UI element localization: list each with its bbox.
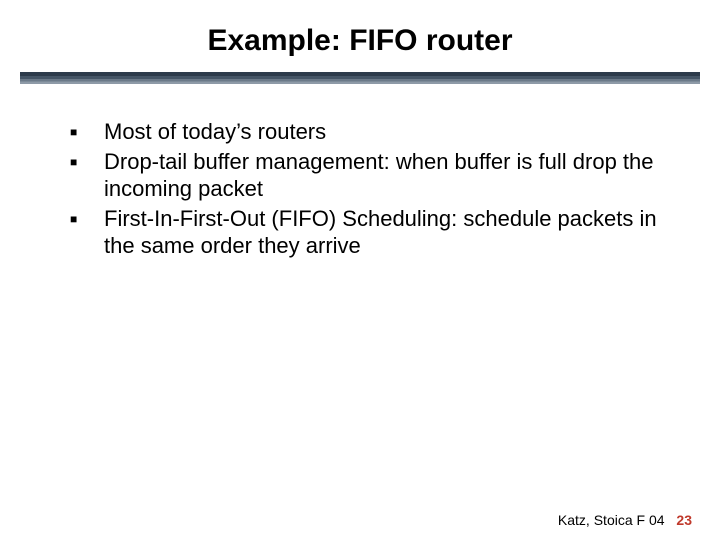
bullet-text: Drop-tail buffer management: when buffer… [104, 148, 660, 203]
footer: Katz, Stoica F 04 23 [558, 512, 692, 528]
bullet-text: Most of today’s routers [104, 118, 660, 146]
slide-title: Example: FIFO router [0, 0, 720, 72]
title-divider [20, 72, 700, 84]
list-item: ■ First-In-First-Out (FIFO) Scheduling: … [70, 205, 660, 260]
square-bullet-icon: ■ [70, 148, 104, 170]
bullet-text: First-In-First-Out (FIFO) Scheduling: sc… [104, 205, 660, 260]
list-item: ■ Most of today’s routers [70, 118, 660, 146]
list-item: ■ Drop-tail buffer management: when buff… [70, 148, 660, 203]
square-bullet-icon: ■ [70, 205, 104, 227]
square-bullet-icon: ■ [70, 118, 104, 140]
content-area: ■ Most of today’s routers ■ Drop-tail bu… [0, 84, 720, 260]
page-number: 23 [676, 512, 692, 528]
footer-text: Katz, Stoica F 04 [558, 512, 665, 528]
